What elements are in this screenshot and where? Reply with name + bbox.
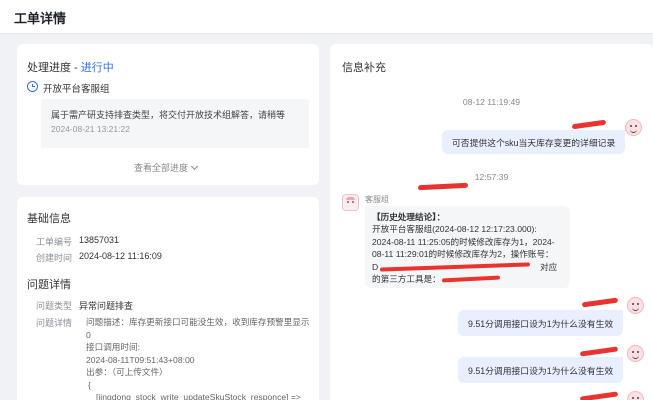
step-name: 开放平台客服组: [43, 84, 110, 95]
problem-detail-title: 问题详情: [27, 279, 71, 291]
redacted-content: [417, 182, 469, 191]
chevron-down-icon: [190, 162, 199, 171]
progress-header: 处理进度 - 进行中: [27, 59, 114, 75]
redacted-username: [571, 119, 607, 130]
problem-detail-body: 问题描述：库存更新接口可能没生效，收到库存预警里显示 0 接口调用时间: 202…: [86, 316, 311, 400]
agent-reply: 【历史处理结论】： 开放平台客服组(2024-08-12 12:17:23.00…: [365, 206, 570, 288]
reply-line: 开放平台客服组(2024-08-12 12:17:23.000):: [372, 224, 537, 235]
user-avatar: [627, 391, 644, 400]
problem-detail-label: 问题详情: [35, 318, 72, 328]
step-time: 2024-08-21 13:21:22: [51, 124, 130, 134]
redacted-tool: [441, 275, 501, 283]
detail-line: 0: [86, 329, 91, 340]
basic-info-card: 基础信息 工单编号 13857031 创建时间 2024-08-12 11:16…: [17, 197, 319, 400]
page-title: 工单详情: [14, 11, 67, 26]
agent-avatar: [342, 194, 359, 211]
progress-label: 处理进度 -: [27, 62, 81, 74]
reply-line: 08-11 11:29:01的时候修改库存为2，操作账号：: [372, 249, 554, 260]
reply-line: 2024-08-11 11:25:05的时候修改库存为1，2024-: [372, 236, 555, 247]
user-message: 9.51分调用接口设为1为什么没有生效: [458, 357, 624, 383]
user-message-text: 可否提供这个sku当天库存变更的详细记录: [452, 137, 616, 148]
progress-status: 进行中: [80, 62, 114, 74]
reply-line: 的第三方工具是：: [372, 273, 563, 285]
redacted-username: [581, 297, 619, 308]
user-message-text: 9.51分调用接口设为1为什么没有生效: [468, 365, 614, 376]
user-message: 可否提供这个sku当天库存变更的详细记录: [442, 130, 626, 154]
step-box: 属于需产研支持排查类型，将交付开放技术组解答，请稍等 2024-08-21 13…: [41, 99, 309, 148]
redacted-username: [579, 346, 619, 357]
user-avatar: [627, 297, 644, 314]
problem-type-value: 异常问题排查: [79, 301, 134, 311]
timestamp: 08-12 11:19:49: [462, 97, 521, 107]
user-avatar: [627, 345, 644, 362]
progress-card: 处理进度 - 进行中 开放平台客服组 属于需产研支持排查类型，将交付开放技术组解…: [17, 44, 319, 185]
clock-icon: [27, 81, 38, 92]
redacted-account: [379, 262, 531, 272]
ticket-id-value: 13857031: [79, 235, 120, 245]
detail-line: 接口调用时间:: [86, 342, 140, 352]
detail-line: [jingdong_stock_write_updateSkuStock_res…: [96, 392, 301, 400]
ticket-id-label: 工单编号: [35, 237, 72, 247]
created-time-value: 2024-08-12 11:16:09: [79, 251, 162, 261]
detail-line: 问题描述：库存更新接口可能没生效，收到库存预警里显示: [86, 317, 310, 327]
reply-line-suffix: 对应: [540, 261, 558, 272]
user-avatar: [625, 119, 642, 136]
created-time-label: 创建时间: [35, 253, 72, 263]
redacted-username: [579, 391, 619, 400]
view-all-progress-link[interactable]: 查看全部进度: [134, 161, 199, 174]
reply-heading: 【历史处理结论】：: [372, 212, 446, 222]
user-message-text: 9.51分调用接口设为1为什么没有生效: [468, 318, 614, 329]
view-all-label: 查看全部进度: [134, 163, 189, 173]
timestamp: 12:57:39: [474, 172, 509, 182]
reply-line: D 对应: [372, 261, 563, 273]
reply-line-prefix: D: [372, 261, 379, 272]
info-supplement-title: 信息补充: [342, 62, 386, 74]
detail-line: 出参：（可上传文件）: [86, 367, 168, 377]
basic-info-title: 基础信息: [27, 213, 71, 225]
user-message: 9.51分调用接口设为1为什么没有生效: [458, 310, 624, 336]
problem-type-label: 问题类型: [35, 301, 72, 311]
reply-line-text: 的第三方工具是：: [372, 274, 441, 285]
step-description: 属于需产研支持排查类型，将交付开放技术组解答，请稍等: [51, 110, 286, 120]
info-supplement-card: 信息补充 08-12 11:19:49 可否提供这个sku当天库存变更的详细记录…: [330, 44, 653, 400]
detail-line: 2024-08-11T09:51:43+08:00: [86, 354, 195, 365]
agent-name: 客服组: [365, 195, 389, 204]
detail-line: {: [88, 379, 91, 390]
top-bar: 工单详情: [0, 0, 653, 34]
